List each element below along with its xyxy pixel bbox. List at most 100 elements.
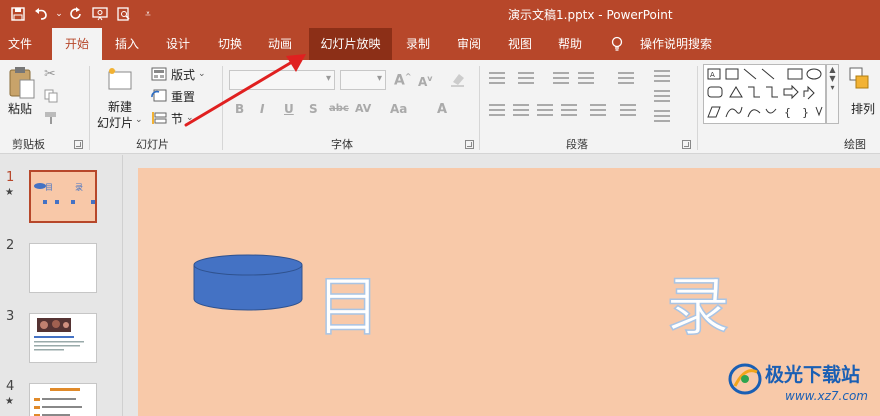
print-preview-icon[interactable] <box>112 3 136 25</box>
bullets-icon[interactable] <box>489 72 505 86</box>
redo-icon[interactable] <box>64 3 88 25</box>
quick-access-toolbar: ⌄ ⩡ <box>6 3 160 25</box>
arrange-icon[interactable] <box>848 66 872 98</box>
chevron-down-icon: ⌄ <box>198 69 206 79</box>
text-direction-icon[interactable] <box>654 70 670 84</box>
chevron-down-icon[interactable]: ⌄ <box>135 115 143 125</box>
smartart-icon[interactable] <box>654 110 670 124</box>
tab-file[interactable]: 文件 <box>0 28 40 60</box>
tab-view[interactable]: 视图 <box>500 28 540 60</box>
animation-star-icon: ★ <box>5 396 14 407</box>
reset-label: 重置 <box>171 89 196 104</box>
layout-button[interactable]: 版式 ⌄ <box>151 64 206 84</box>
reset-button[interactable]: 重置 <box>151 86 195 106</box>
group-label-drawing: 绘图 <box>844 138 866 151</box>
clear-format-icon[interactable] <box>449 70 467 92</box>
gallery-scrollbar[interactable]: ▲ ▼ ▾ <box>826 64 839 124</box>
new-slide-label-1[interactable]: 新建 <box>108 98 132 115</box>
align-left-icon[interactable] <box>489 104 505 118</box>
paste-button[interactable]: 粘贴 <box>8 100 32 117</box>
undo-icon[interactable] <box>30 3 54 25</box>
format-painter-icon[interactable] <box>44 110 60 129</box>
align-right-icon[interactable] <box>537 104 553 118</box>
arrange-button[interactable]: 排列 <box>851 100 875 117</box>
tab-review[interactable]: 审阅 <box>449 28 489 60</box>
clipboard-launcher-icon[interactable] <box>74 140 83 149</box>
group-label-paragraph: 段落 <box>566 138 588 151</box>
font-size-dropdown[interactable] <box>340 70 386 90</box>
svg-text:目: 目 <box>45 183 53 192</box>
tab-animations[interactable]: 动画 <box>260 28 300 60</box>
tab-insert[interactable]: 插入 <box>108 28 146 60</box>
tell-me-search[interactable]: 操作说明搜索 <box>636 28 716 60</box>
tab-slideshow[interactable]: 幻灯片放映 <box>309 28 392 60</box>
cut-icon[interactable]: ✂ <box>44 66 56 82</box>
font-launcher-icon[interactable] <box>465 140 474 149</box>
shrink-font-icon[interactable]: Av <box>418 74 433 89</box>
numbering-icon[interactable] <box>518 72 534 86</box>
columns-icon[interactable] <box>620 104 636 118</box>
paragraph-launcher-icon[interactable] <box>682 140 691 149</box>
underline-button[interactable]: U <box>284 102 294 116</box>
bold-button[interactable]: B <box>235 102 244 116</box>
align-text-icon[interactable] <box>654 90 670 104</box>
ribbon-tabs: 文件 开始 插入 设计 切换 动画 幻灯片放映 录制 审阅 视图 帮助 操作说明… <box>0 28 880 61</box>
watermark-logo-icon <box>728 363 762 395</box>
change-case-button[interactable]: Aa <box>390 102 407 116</box>
powerpoint-window: ⌄ ⩡ 演示文稿1.pptx - PowerPoint 文件 开始 插入 设计 … <box>0 0 880 416</box>
justify-icon[interactable] <box>561 104 577 118</box>
section-icon <box>152 112 167 124</box>
tab-help[interactable]: 帮助 <box>550 28 590 60</box>
svg-text:}: } <box>802 106 809 119</box>
slide-thumbnail-2[interactable] <box>29 243 97 293</box>
strikethrough-button[interactable]: abc <box>329 103 349 114</box>
title-bar: ⌄ ⩡ 演示文稿1.pptx - PowerPoint <box>0 0 880 28</box>
section-button[interactable]: 节 ⌄ <box>151 108 194 128</box>
italic-button[interactable]: I <box>260 102 264 116</box>
slide-number: 2 <box>6 238 15 253</box>
copy-icon[interactable] <box>44 88 60 107</box>
tab-home[interactable]: 开始 <box>52 28 102 61</box>
group-label-font: 字体 <box>331 138 353 151</box>
new-slide-label-2[interactable]: 幻灯片 <box>97 114 133 131</box>
slide-thumbnail-3[interactable] <box>29 313 97 363</box>
new-slide-icon[interactable] <box>104 66 134 96</box>
shadow-button[interactable]: S <box>309 102 318 116</box>
cylinder-shape <box>193 254 303 311</box>
tab-transitions[interactable]: 切换 <box>210 28 250 60</box>
lightbulb-icon <box>611 36 623 56</box>
customize-icon[interactable]: ⩡ <box>136 3 160 25</box>
layout-label: 版式 <box>171 67 196 82</box>
tab-design[interactable]: 设计 <box>158 28 198 60</box>
paste-icon[interactable] <box>8 66 36 104</box>
tab-record[interactable]: 录制 <box>398 28 438 60</box>
separator <box>697 66 698 150</box>
slide-number: 3 <box>6 309 15 324</box>
save-icon[interactable] <box>6 3 30 25</box>
increase-indent-icon[interactable] <box>578 72 594 86</box>
font-color-button[interactable]: A <box>437 102 447 117</box>
slide-text-lu[interactable]: 录 <box>665 256 731 348</box>
line-spacing-icon[interactable] <box>618 72 634 86</box>
distributed-icon[interactable] <box>590 104 606 118</box>
shapes-gallery[interactable]: A { } <box>703 64 826 124</box>
slide-thumbnail-1[interactable]: 目 录 <box>29 170 97 223</box>
present-from-start-icon[interactable] <box>88 3 112 25</box>
font-family-dropdown[interactable] <box>229 70 335 90</box>
animation-star-icon: ★ <box>5 187 14 198</box>
slide-thumbnail-4[interactable] <box>29 383 97 416</box>
separator <box>479 66 480 150</box>
grow-font-icon[interactable]: A^ <box>394 72 412 89</box>
separator <box>89 66 90 150</box>
undo-dropdown-icon[interactable]: ⌄ <box>54 3 64 25</box>
align-center-icon[interactable] <box>513 104 529 118</box>
decrease-indent-icon[interactable] <box>553 72 569 86</box>
slide-text-mu[interactable]: 目 <box>315 256 381 348</box>
watermark-url: www.xz7.com <box>785 389 868 403</box>
document-title: 演示文稿1.pptx - PowerPoint <box>508 8 673 22</box>
slide-number: 1 <box>6 170 15 185</box>
char-spacing-button[interactable]: AV <box>355 102 371 115</box>
slide-number: 4 <box>6 379 15 394</box>
section-label: 节 <box>171 111 184 126</box>
ribbon: 粘贴 ✂ 剪贴板 新建 幻灯片 ⌄ 版式 ⌄ 重置 节 ⌄ 幻灯片 ▾ ▾ A^… <box>0 60 880 154</box>
